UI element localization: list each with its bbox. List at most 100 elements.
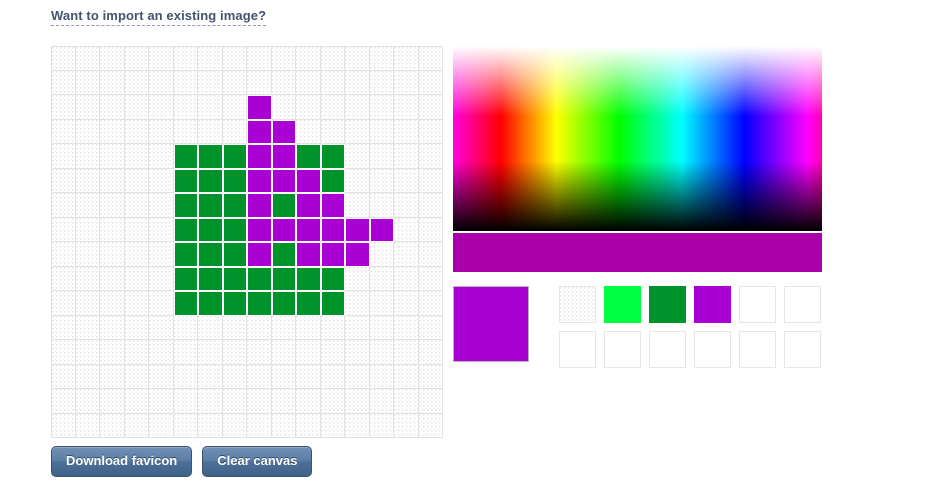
canvas-cell[interactable] — [124, 168, 149, 193]
canvas-cell[interactable] — [100, 95, 125, 120]
canvas-cell[interactable] — [271, 70, 296, 95]
palette-swatch-empty[interactable] — [739, 331, 776, 368]
palette-swatch-empty[interactable] — [559, 331, 596, 368]
canvas-cell[interactable] — [222, 413, 247, 438]
canvas-cell[interactable] — [173, 266, 198, 291]
canvas-cell[interactable] — [51, 340, 76, 365]
canvas-cell[interactable] — [173, 168, 198, 193]
canvas-cell[interactable] — [418, 242, 443, 267]
canvas-cell[interactable] — [345, 217, 370, 242]
canvas-cell[interactable] — [100, 364, 125, 389]
canvas-cell[interactable] — [418, 315, 443, 340]
canvas-cell[interactable] — [271, 364, 296, 389]
canvas-cell[interactable] — [247, 168, 272, 193]
canvas-cell[interactable] — [296, 193, 321, 218]
canvas-cell[interactable] — [222, 119, 247, 144]
canvas-cell[interactable] — [247, 340, 272, 365]
canvas-cell[interactable] — [124, 119, 149, 144]
palette-swatch-color[interactable] — [649, 286, 686, 323]
canvas-cell[interactable] — [149, 46, 174, 71]
canvas-cell[interactable] — [149, 168, 174, 193]
canvas-cell[interactable] — [149, 242, 174, 267]
canvas-cell[interactable] — [51, 242, 76, 267]
canvas-cell[interactable] — [247, 242, 272, 267]
canvas-cell[interactable] — [296, 95, 321, 120]
canvas-cell[interactable] — [198, 389, 223, 414]
canvas-cell[interactable] — [51, 70, 76, 95]
canvas-cell[interactable] — [124, 70, 149, 95]
canvas-cell[interactable] — [418, 168, 443, 193]
canvas-cell[interactable] — [75, 242, 100, 267]
canvas-cell[interactable] — [418, 266, 443, 291]
canvas-cell[interactable] — [51, 144, 76, 169]
canvas-cell[interactable] — [149, 389, 174, 414]
canvas-cell[interactable] — [247, 291, 272, 316]
canvas-cell[interactable] — [418, 364, 443, 389]
canvas-cell[interactable] — [198, 291, 223, 316]
canvas-cell[interactable] — [271, 168, 296, 193]
recent-colors-palette[interactable] — [559, 286, 825, 372]
canvas-cell[interactable] — [345, 242, 370, 267]
canvas-cell[interactable] — [247, 413, 272, 438]
canvas-cell[interactable] — [198, 217, 223, 242]
canvas-cell[interactable] — [369, 144, 394, 169]
canvas-cell[interactable] — [271, 193, 296, 218]
canvas-cell[interactable] — [173, 95, 198, 120]
clear-canvas-button[interactable]: Clear canvas — [202, 446, 313, 477]
canvas-cell[interactable] — [296, 291, 321, 316]
canvas-cell[interactable] — [75, 266, 100, 291]
canvas-cell[interactable] — [369, 119, 394, 144]
canvas-cell[interactable] — [75, 364, 100, 389]
canvas-cell[interactable] — [247, 119, 272, 144]
canvas-cell[interactable] — [198, 340, 223, 365]
canvas-cell[interactable] — [271, 119, 296, 144]
canvas-cell[interactable] — [345, 413, 370, 438]
canvas-cell[interactable] — [173, 70, 198, 95]
canvas-cell[interactable] — [75, 315, 100, 340]
canvas-cell[interactable] — [51, 413, 76, 438]
canvas-cell[interactable] — [51, 46, 76, 71]
canvas-cell[interactable] — [320, 193, 345, 218]
canvas-cell[interactable] — [394, 168, 419, 193]
canvas-cell[interactable] — [149, 217, 174, 242]
canvas-cell[interactable] — [271, 46, 296, 71]
canvas-cell[interactable] — [100, 168, 125, 193]
canvas-cell[interactable] — [296, 364, 321, 389]
canvas-cell[interactable] — [296, 217, 321, 242]
canvas-cell[interactable] — [100, 315, 125, 340]
canvas-cell[interactable] — [320, 46, 345, 71]
canvas-cell[interactable] — [198, 315, 223, 340]
canvas-cell[interactable] — [198, 70, 223, 95]
canvas-cell[interactable] — [149, 144, 174, 169]
canvas-cell[interactable] — [75, 413, 100, 438]
canvas-cell[interactable] — [271, 95, 296, 120]
canvas-cell[interactable] — [75, 217, 100, 242]
canvas-cell[interactable] — [51, 95, 76, 120]
canvas-cell[interactable] — [369, 70, 394, 95]
canvas-cell[interactable] — [51, 291, 76, 316]
canvas-cell[interactable] — [247, 315, 272, 340]
canvas-cell[interactable] — [247, 266, 272, 291]
canvas-cell[interactable] — [394, 193, 419, 218]
canvas-cell[interactable] — [75, 70, 100, 95]
canvas-cell[interactable] — [345, 315, 370, 340]
canvas-cell[interactable] — [369, 266, 394, 291]
canvas-cell[interactable] — [198, 364, 223, 389]
canvas-cell[interactable] — [173, 364, 198, 389]
canvas-cell[interactable] — [124, 340, 149, 365]
canvas-cell[interactable] — [222, 95, 247, 120]
canvas-cell[interactable] — [247, 95, 272, 120]
canvas-cell[interactable] — [418, 70, 443, 95]
canvas-cell[interactable] — [124, 291, 149, 316]
canvas-cell[interactable] — [345, 340, 370, 365]
canvas-cell[interactable] — [124, 46, 149, 71]
canvas-cell[interactable] — [320, 70, 345, 95]
canvas-cell[interactable] — [296, 389, 321, 414]
canvas-cell[interactable] — [124, 315, 149, 340]
canvas-cell[interactable] — [75, 46, 100, 71]
canvas-cell[interactable] — [418, 95, 443, 120]
canvas-cell[interactable] — [296, 242, 321, 267]
canvas-cell[interactable] — [75, 193, 100, 218]
canvas-cell[interactable] — [173, 242, 198, 267]
canvas-cell[interactable] — [345, 266, 370, 291]
